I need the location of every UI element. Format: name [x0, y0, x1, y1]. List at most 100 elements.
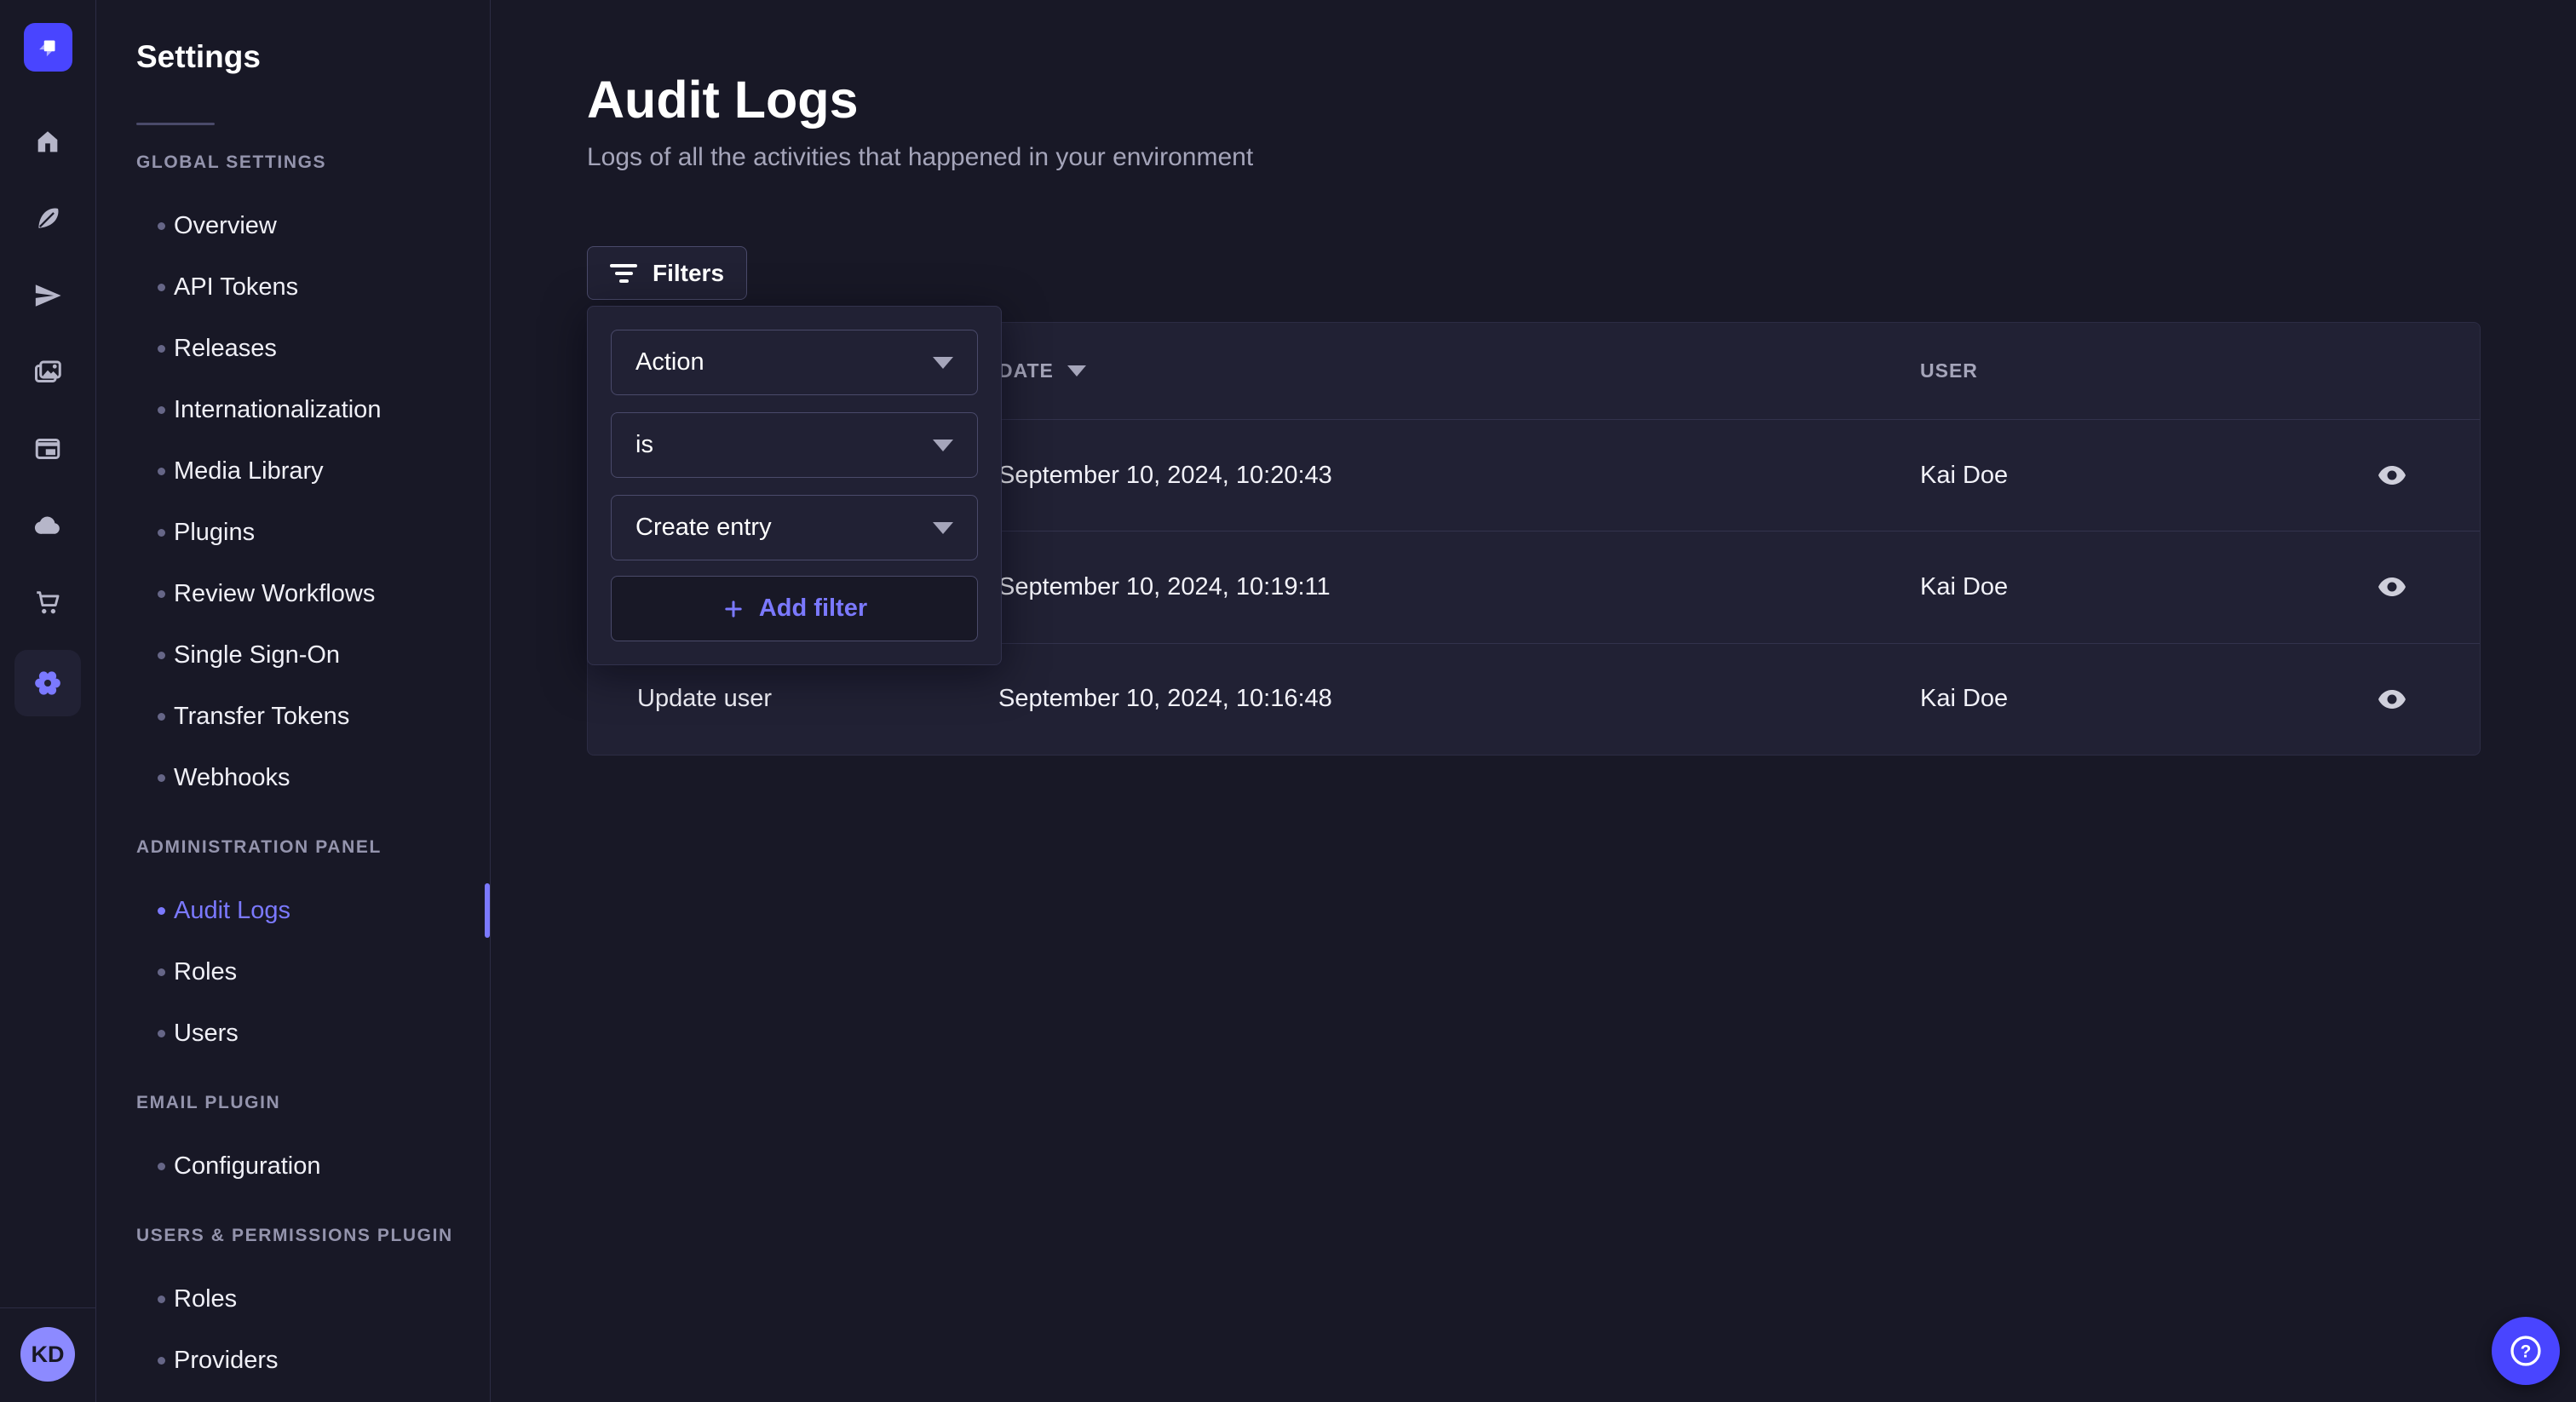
chevron-down-icon — [933, 522, 953, 534]
global-settings-list: Overview API Tokens Releases Internation… — [96, 195, 490, 808]
filter-icon — [610, 264, 637, 283]
filter-operator-value: is — [635, 431, 653, 459]
bullet-icon — [158, 713, 165, 721]
sidebar-item-label: Roles — [174, 1285, 237, 1313]
main-content: Audit Logs Logs of all the activities th… — [492, 0, 2576, 1402]
cell-action: Update user — [588, 685, 998, 713]
cart-icon[interactable] — [32, 586, 64, 618]
section-label-email-plugin: EMAIL PLUGIN — [136, 1093, 490, 1113]
cell-user: Kai Doe — [1920, 462, 2303, 490]
quill-icon[interactable] — [32, 203, 64, 235]
sidebar-item-users[interactable]: Users — [96, 1003, 490, 1064]
sidebar-item-releases[interactable]: Releases — [96, 318, 490, 379]
eye-icon — [2378, 577, 2406, 597]
sidebar-item-overview[interactable]: Overview — [96, 195, 490, 256]
filter-popover: Action is Create entry Add filter — [587, 306, 1002, 665]
sidebar-item-label: Users — [174, 1020, 239, 1048]
bullet-icon — [158, 590, 165, 598]
avatar[interactable]: KD — [20, 1327, 75, 1382]
svg-text:?: ? — [2521, 1342, 2532, 1362]
sidebar-title: Settings — [136, 39, 490, 75]
cell-user: Kai Doe — [1920, 685, 2303, 713]
sort-desc-icon — [1067, 365, 1086, 376]
rail-bottom: KD — [0, 1307, 95, 1402]
sidebar-item-plugins[interactable]: Plugins — [96, 502, 490, 563]
cell-user: Kai Doe — [1920, 573, 2303, 601]
sidebar-item-internationalization[interactable]: Internationalization — [96, 379, 490, 440]
users-permissions-list: Roles Providers — [96, 1268, 490, 1391]
help-button[interactable]: ? — [2492, 1317, 2560, 1385]
page-title: Audit Logs — [587, 70, 859, 129]
sidebar-item-transfer-tokens[interactable]: Transfer Tokens — [96, 686, 490, 747]
eye-icon — [2378, 689, 2406, 710]
plus-icon — [722, 597, 745, 621]
cell-date: September 10, 2024, 10:19:11 — [998, 573, 1920, 601]
add-filter-label: Add filter — [759, 595, 867, 623]
layout-icon[interactable] — [32, 433, 64, 465]
strapi-logo[interactable] — [24, 23, 72, 72]
media-library-icon[interactable] — [32, 356, 64, 388]
rail-nav — [0, 126, 95, 704]
add-filter-button[interactable]: Add filter — [611, 576, 978, 641]
sidebar-item-review-workflows[interactable]: Review Workflows — [96, 563, 490, 624]
active-indicator — [485, 883, 490, 938]
bullet-icon — [158, 968, 165, 976]
bullet-icon — [158, 1357, 165, 1365]
sidebar-item-label: Configuration — [174, 1152, 321, 1181]
sidebar-item-label: Single Sign-On — [174, 641, 340, 669]
bullet-icon — [158, 222, 165, 230]
sidebar-item-label: Releases — [174, 335, 277, 363]
view-details-button[interactable] — [2372, 566, 2412, 607]
cloud-icon[interactable] — [32, 509, 64, 542]
filter-value-select[interactable]: Create entry — [611, 495, 978, 560]
sidebar-item-roles[interactable]: Roles — [96, 941, 490, 1003]
bullet-icon — [158, 907, 165, 915]
sidebar-item-label: Providers — [174, 1347, 279, 1375]
sidebar-item-label: Plugins — [174, 519, 255, 547]
sidebar-item-api-tokens[interactable]: API Tokens — [96, 256, 490, 318]
view-details-button[interactable] — [2372, 679, 2412, 720]
sidebar-item-audit-logs[interactable]: Audit Logs — [96, 880, 490, 941]
sidebar-item-up-roles[interactable]: Roles — [96, 1268, 490, 1330]
title-divider — [136, 123, 215, 125]
bullet-icon — [158, 468, 165, 475]
cell-date: September 10, 2024, 10:20:43 — [998, 462, 1920, 490]
sidebar-item-label: API Tokens — [174, 273, 298, 302]
question-mark-icon: ? — [2507, 1332, 2544, 1370]
bullet-icon — [158, 284, 165, 291]
sidebar-item-label: Internationalization — [174, 396, 381, 424]
bullet-icon — [158, 529, 165, 537]
email-plugin-list: Configuration — [96, 1135, 490, 1197]
app-nav-rail: KD — [0, 0, 96, 1402]
column-header-date[interactable]: DATE — [998, 359, 1920, 382]
filter-field-select[interactable]: Action — [611, 330, 978, 395]
view-details-button[interactable] — [2372, 455, 2412, 496]
section-label-users-permissions-plugin: USERS & PERMISSIONS PLUGIN — [136, 1226, 490, 1246]
settings-sidebar: Settings GLOBAL SETTINGS Overview API To… — [96, 0, 491, 1402]
filters-button[interactable]: Filters — [587, 246, 747, 300]
cell-date: September 10, 2024, 10:16:48 — [998, 685, 1920, 713]
bullet-icon — [158, 345, 165, 353]
bullet-icon — [158, 1163, 165, 1170]
sidebar-item-label: Webhooks — [174, 764, 290, 792]
date-header-label: DATE — [998, 359, 1054, 382]
chevron-down-icon — [933, 357, 953, 369]
sidebar-item-webhooks[interactable]: Webhooks — [96, 747, 490, 808]
column-header-user: USER — [1920, 359, 2303, 382]
sidebar-item-media-library[interactable]: Media Library — [96, 440, 490, 502]
sidebar-item-label: Transfer Tokens — [174, 703, 349, 731]
home-icon[interactable] — [32, 126, 64, 158]
bullet-icon — [158, 1030, 165, 1037]
sidebar-item-configuration[interactable]: Configuration — [96, 1135, 490, 1197]
section-label-administration-panel: ADMINISTRATION PANEL — [136, 837, 490, 858]
sidebar-item-providers[interactable]: Providers — [96, 1330, 490, 1391]
settings-nav-item[interactable] — [14, 650, 81, 716]
filter-field-value: Action — [635, 348, 704, 376]
filter-operator-select[interactable]: is — [611, 412, 978, 478]
sidebar-item-label: Audit Logs — [174, 897, 290, 925]
page-subtitle: Logs of all the activities that happened… — [587, 143, 1253, 172]
paper-plane-icon[interactable] — [32, 279, 64, 312]
sidebar-item-label: Overview — [174, 212, 277, 240]
filters-button-label: Filters — [653, 260, 724, 287]
sidebar-item-single-sign-on[interactable]: Single Sign-On — [96, 624, 490, 686]
